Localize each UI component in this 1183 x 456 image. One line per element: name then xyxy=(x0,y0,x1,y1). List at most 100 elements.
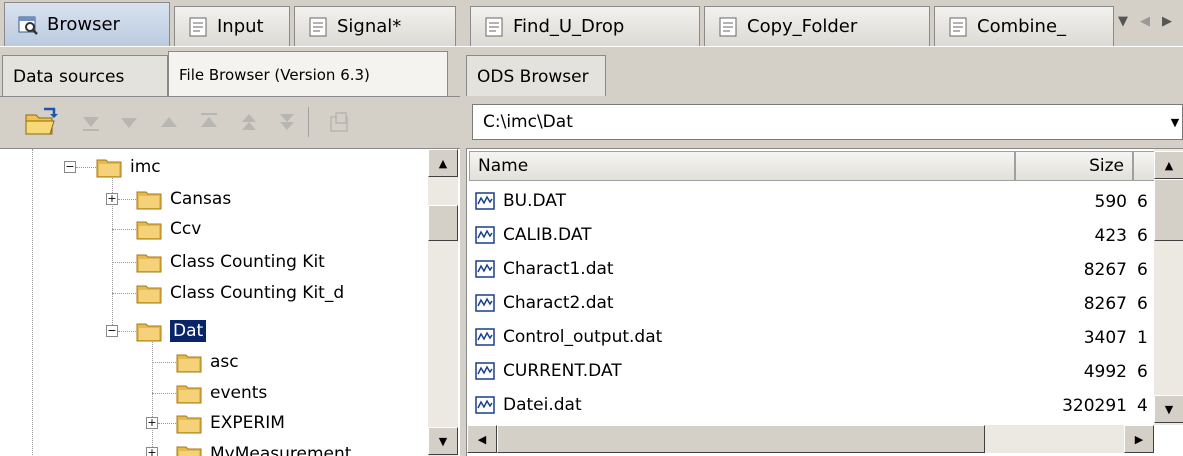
collapse-toggle[interactable]: − xyxy=(106,325,118,337)
column-header-name[interactable]: Name xyxy=(469,151,1015,181)
expand-toggle[interactable]: + xyxy=(146,447,158,456)
move-up-button[interactable] xyxy=(150,103,188,141)
toolbar-separator xyxy=(308,107,309,137)
file-size: 3407 xyxy=(1083,328,1127,348)
tree-item-mymeasurement[interactable]: MyMeasurement xyxy=(176,439,351,456)
file-list-vertical-scrollbar[interactable]: ▲ ▼ xyxy=(1154,149,1183,425)
move-down-double-button[interactable] xyxy=(268,103,306,141)
move-down-button[interactable] xyxy=(110,103,148,141)
signal-file-icon xyxy=(475,362,495,380)
tree-item-cansas[interactable]: Cansas xyxy=(136,184,231,214)
document-icon xyxy=(485,17,503,36)
tree-item-experim[interactable]: EXPERIM xyxy=(176,408,285,438)
file-size: 423 xyxy=(1094,226,1127,246)
tab-label: Signal* xyxy=(337,16,402,37)
file-name: Charact1.dat xyxy=(503,259,614,279)
document-icon xyxy=(189,17,207,36)
file-name: Control_output.dat xyxy=(503,327,663,347)
path-dropdown-button[interactable]: ▼ xyxy=(1167,104,1183,140)
tab-find-u-drop[interactable]: Find_U_Drop xyxy=(470,6,700,46)
arrow-up-icon: ▲ xyxy=(438,156,448,170)
tree-item-asc[interactable]: asc xyxy=(176,347,239,377)
scroll-thumb[interactable] xyxy=(428,205,458,241)
folder-icon xyxy=(136,254,162,273)
delete-button[interactable] xyxy=(320,103,358,141)
tree-item-class-counting-kit[interactable]: Class Counting Kit xyxy=(136,247,325,277)
tab-file-browser[interactable]: File Browser (Version 6.3) xyxy=(168,51,448,97)
scroll-down-button[interactable]: ▼ xyxy=(428,427,458,455)
tab-list-dropdown-icon[interactable]: ▼ xyxy=(1118,14,1128,29)
expand-toggle[interactable]: + xyxy=(146,417,158,429)
file-row[interactable]: Charact1.dat xyxy=(475,253,614,285)
column-header-size[interactable]: Size xyxy=(1015,151,1133,181)
tree-guide-line xyxy=(76,167,96,168)
scroll-up-button[interactable]: ▲ xyxy=(1154,151,1183,179)
scroll-up-button[interactable]: ▲ xyxy=(428,149,458,177)
tab-data-sources[interactable]: Data sources xyxy=(2,55,168,97)
tree-item-imc[interactable]: imc xyxy=(96,152,161,182)
collapse-toggle[interactable]: − xyxy=(64,161,76,173)
file-size: 320291 xyxy=(1062,396,1127,416)
arrow-down-icon: ▼ xyxy=(438,434,448,448)
file-row[interactable]: BU.DAT xyxy=(475,185,566,217)
tree-guide-line xyxy=(158,423,176,424)
browser-icon xyxy=(18,16,38,35)
tab-label: Input xyxy=(217,16,264,37)
move-up-icon xyxy=(161,117,177,127)
file-size: 8267 xyxy=(1083,260,1127,280)
file-row[interactable]: CALIB.DAT xyxy=(475,219,592,251)
file-list-horizontal-scrollbar[interactable]: ◀ ▶ xyxy=(467,425,1154,453)
tree-toolbar xyxy=(0,96,460,148)
tree-guide-line xyxy=(118,331,136,332)
scroll-thumb[interactable] xyxy=(497,425,985,453)
scroll-right-button[interactable]: ▶ xyxy=(1124,425,1154,453)
double-up-icon xyxy=(242,114,256,130)
move-to-top-button[interactable] xyxy=(190,103,228,141)
tree-item-label: Cansas xyxy=(170,189,232,209)
tab-browser[interactable]: Browser xyxy=(4,2,170,46)
move-up-double-button[interactable] xyxy=(230,103,268,141)
path-bar: ▼ xyxy=(460,96,1183,148)
scroll-thumb[interactable] xyxy=(1154,179,1183,241)
tree-item-events[interactable]: events xyxy=(176,378,267,408)
arrow-left-icon: ◀ xyxy=(477,432,487,446)
scroll-left-button[interactable]: ◀ xyxy=(467,425,497,453)
chevron-down-icon: ▼ xyxy=(1170,115,1180,129)
tab-combine[interactable]: Combine_ xyxy=(934,6,1114,46)
tree-item-label: Class Counting Kit xyxy=(170,252,325,272)
file-name: Charact2.dat xyxy=(503,293,614,313)
tree-item-class-counting-kit-d[interactable]: Class Counting Kit_d xyxy=(136,278,344,308)
tab-scroll-left-icon[interactable]: ◀ xyxy=(1140,14,1150,29)
file-row[interactable]: CURRENT.DAT xyxy=(475,355,622,387)
signal-file-icon xyxy=(475,260,495,278)
file-size: 4992 xyxy=(1083,362,1127,382)
tree-item-dat[interactable]: Dat xyxy=(136,316,207,346)
tab-signal[interactable]: Signal* xyxy=(294,6,456,46)
tab-label: Combine_ xyxy=(977,16,1067,37)
file-name: CURRENT.DAT xyxy=(503,361,622,381)
tab-input[interactable]: Input xyxy=(174,6,290,46)
folder-icon xyxy=(176,446,202,456)
document-tab-bar: Browser Input Signal* Find_U_Drop Copy_F… xyxy=(0,0,1183,46)
file-list: Name Size BU.DAT 590 6 CALIB.DAT 423 6 C… xyxy=(466,148,1183,456)
open-folder-button[interactable] xyxy=(22,103,60,141)
file-row[interactable]: Charact2.dat xyxy=(475,287,614,319)
tree-item-label: asc xyxy=(210,352,239,372)
tree-item-ccv[interactable]: Ccv xyxy=(136,214,201,244)
tree-guide-line xyxy=(112,293,136,294)
file-row[interactable]: Datei.dat xyxy=(475,389,582,421)
tree-item-label: MyMeasurement xyxy=(210,444,352,456)
double-down-icon xyxy=(280,114,294,130)
move-to-bottom-button[interactable] xyxy=(72,103,110,141)
tab-copy-folder[interactable]: Copy_Folder xyxy=(704,6,930,46)
path-input[interactable] xyxy=(472,104,1183,140)
expand-toggle[interactable]: + xyxy=(106,193,118,205)
tab-scroll-right-icon[interactable]: ▶ xyxy=(1162,14,1172,29)
tab-ods-browser[interactable]: ODS Browser xyxy=(466,55,606,97)
open-folder-icon xyxy=(25,107,58,135)
column-header-date[interactable] xyxy=(1133,151,1155,181)
tree-item-label: EXPERIM xyxy=(210,413,285,433)
tree-vertical-scrollbar[interactable]: ▲ ▼ xyxy=(428,149,458,456)
file-row[interactable]: Control_output.dat xyxy=(475,321,662,353)
scroll-down-button[interactable]: ▼ xyxy=(1154,395,1183,423)
